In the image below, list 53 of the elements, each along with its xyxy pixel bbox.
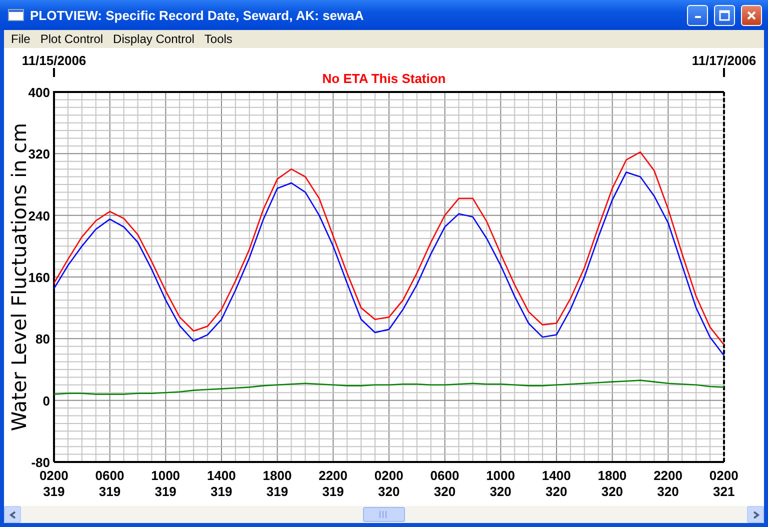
y-tick-label: 0 bbox=[42, 393, 50, 408]
y-tick-label: 400 bbox=[28, 85, 50, 100]
day-label: 319 bbox=[322, 484, 344, 500]
day-label: 320 bbox=[490, 484, 512, 500]
menu-item[interactable]: File bbox=[6, 32, 36, 46]
day-label: 319 bbox=[266, 484, 288, 500]
day-label: 320 bbox=[378, 484, 400, 500]
minimize-button[interactable] bbox=[687, 4, 708, 26]
x-tick-label: 2200 bbox=[654, 468, 682, 484]
x-tick-label: 2200 bbox=[318, 468, 348, 484]
chart-title: No ETA This Station bbox=[322, 71, 446, 86]
horizontal-scrollbar[interactable] bbox=[4, 506, 764, 523]
date-label: 11/15/2006 bbox=[22, 53, 86, 68]
day-label: 319 bbox=[210, 484, 232, 500]
maximize-icon bbox=[719, 10, 730, 20]
x-tick-label: 0200 bbox=[374, 468, 404, 484]
x-tick-label: 1400 bbox=[206, 468, 236, 484]
date-tick bbox=[723, 68, 725, 77]
y-tick-label: -80 bbox=[31, 455, 50, 468]
close-button[interactable] bbox=[741, 4, 762, 26]
maximize-button[interactable] bbox=[714, 4, 735, 26]
y-tick-label: 160 bbox=[28, 270, 50, 285]
day-label: 320 bbox=[434, 484, 456, 500]
x-tick-label: 1000 bbox=[486, 468, 515, 484]
y-tick-label: 80 bbox=[36, 332, 50, 347]
day-label: 319 bbox=[43, 484, 65, 500]
x-tick-label: 0200 bbox=[709, 468, 738, 484]
date-label: 11/17/2006 bbox=[692, 53, 756, 68]
close-icon bbox=[746, 10, 757, 20]
date-tick bbox=[53, 68, 55, 77]
day-label: 319 bbox=[154, 484, 176, 500]
scroll-right-button[interactable] bbox=[747, 506, 764, 523]
day-label: 320 bbox=[546, 484, 568, 500]
x-tick-label: 1400 bbox=[542, 468, 571, 484]
day-label: 320 bbox=[601, 484, 624, 500]
day-label: 321 bbox=[713, 484, 735, 500]
y-tick-label: 320 bbox=[28, 146, 50, 162]
scroll-thumb[interactable] bbox=[363, 507, 405, 522]
menu-item[interactable]: Tools bbox=[199, 32, 238, 46]
x-tick-label: 1800 bbox=[262, 468, 292, 484]
day-label: 320 bbox=[657, 484, 679, 500]
x-tick-label: 0600 bbox=[430, 468, 460, 484]
x-tick-label: 0600 bbox=[95, 468, 124, 484]
day-label: 319 bbox=[98, 484, 121, 500]
menu-item[interactable]: Plot Control bbox=[35, 32, 108, 46]
x-tick-label: 1800 bbox=[598, 468, 627, 484]
window-icon bbox=[8, 9, 24, 21]
window-title: PLOTVIEW: Specific Record Date, Seward, AK: sewaA bbox=[30, 8, 365, 22]
x-tick-label: 1000 bbox=[151, 468, 180, 484]
menu-item[interactable]: Display Control bbox=[108, 32, 200, 46]
x-tick-label: 0200 bbox=[39, 468, 68, 484]
y-tick-label: 240 bbox=[28, 208, 50, 224]
scroll-left-button[interactable] bbox=[4, 506, 21, 523]
